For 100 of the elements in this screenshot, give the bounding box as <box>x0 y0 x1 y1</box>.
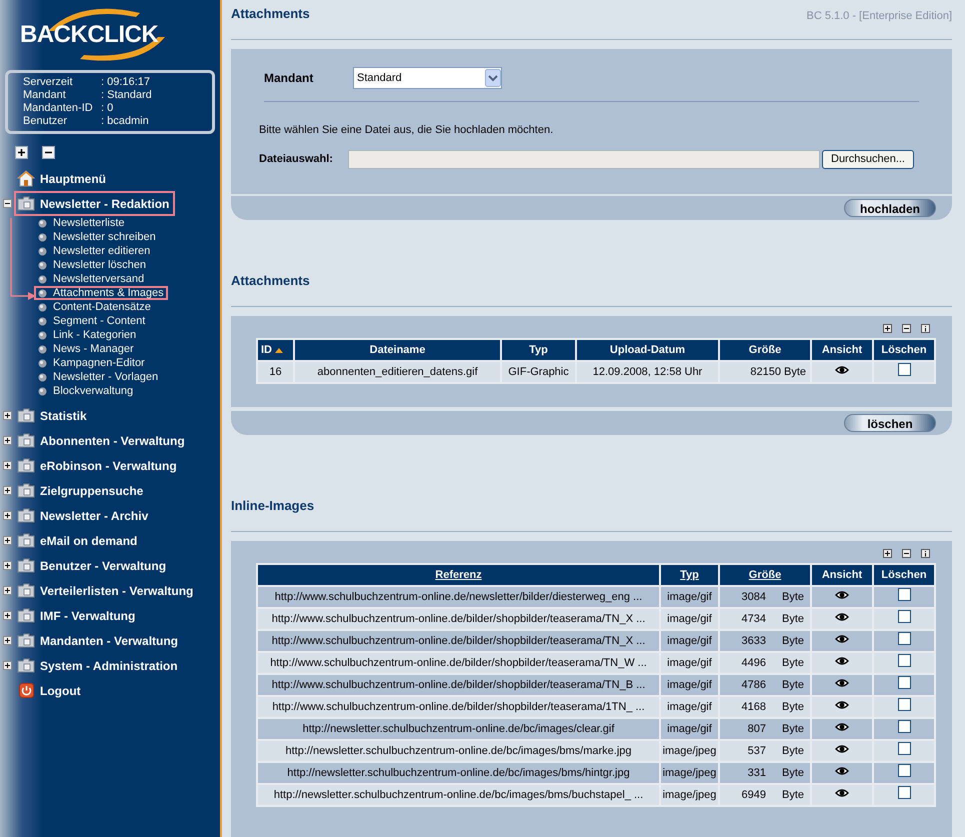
sidebar-item[interactable]: Benutzer - Verwaltung <box>14 553 172 578</box>
column-header[interactable]: Referenz <box>257 564 660 586</box>
sidebar-item[interactable]: Newsletter - Redaktion <box>14 191 176 216</box>
eye-icon[interactable] <box>835 612 849 622</box>
size-unit: Byte <box>782 722 804 737</box>
size-value: 807 <box>748 722 766 737</box>
tree-toggle-icon[interactable] <box>2 536 12 545</box>
sidebar-subitem[interactable]: Kampagnen-Editor <box>34 356 149 370</box>
checkbox[interactable] <box>898 610 910 623</box>
size-value: 4496 <box>742 656 766 671</box>
tree-toggle-icon[interactable] <box>2 461 12 470</box>
tree-toggle-icon[interactable] <box>2 511 12 520</box>
size-unit: Byte <box>782 700 804 715</box>
sidebar-subitem[interactable]: Newsletter editieren <box>34 244 154 258</box>
column-header[interactable]: Größe <box>719 564 811 586</box>
table-cell: 16 <box>257 361 294 383</box>
collapse-all-icon[interactable] <box>42 146 55 158</box>
size-value: 4786 <box>742 678 766 693</box>
sidebar-item[interactable]: Mandanten - Verwaltung <box>14 628 184 653</box>
sidebar-subitem[interactable]: Newsletter schreiben <box>34 230 160 244</box>
sidebar-item[interactable]: Abonnenten - Verwaltung <box>14 428 191 453</box>
eye-icon[interactable] <box>835 722 849 732</box>
tree-toggle-icon[interactable] <box>2 661 12 670</box>
sidebar-item[interactable]: Verteilerlisten - Verwaltung <box>14 578 200 603</box>
sidebar-subitem[interactable]: Attachments & Images <box>34 286 168 300</box>
checkbox[interactable] <box>898 676 910 689</box>
sidebar-subitem[interactable]: Link - Kategorien <box>34 328 140 342</box>
sidebar-item[interactable]: Hauptmenü <box>14 166 112 191</box>
column-header[interactable]: Löschen <box>873 564 935 586</box>
sidebar-item[interactable]: eMail on demand <box>14 528 144 553</box>
sidebar-subitem[interactable]: Newsletter löschen <box>34 258 150 272</box>
checkbox[interactable] <box>898 698 910 711</box>
checkbox[interactable] <box>898 588 910 601</box>
eye-icon[interactable] <box>835 788 849 798</box>
tree-toggle-icon[interactable] <box>2 486 12 495</box>
collapse-icon[interactable] <box>902 548 911 558</box>
size-unit: Byte <box>782 744 804 759</box>
upload-button[interactable]: hochladen <box>844 199 936 217</box>
checkbox[interactable] <box>898 362 910 376</box>
checkbox[interactable] <box>898 786 910 799</box>
column-header[interactable]: Größe <box>719 339 811 361</box>
column-header[interactable]: ID <box>257 339 294 361</box>
tree-toggle-icon[interactable] <box>2 561 12 570</box>
info-label: Mandant <box>23 89 67 102</box>
size-unit: Byte <box>782 612 804 627</box>
sidebar-item[interactable]: Zielgruppensuche <box>14 478 150 503</box>
column-header[interactable]: Typ <box>660 564 719 586</box>
bullet-icon <box>38 386 47 396</box>
collapse-icon[interactable] <box>902 324 911 332</box>
sidebar-item[interactable]: System - Administration <box>14 653 184 678</box>
sidebar-subitem[interactable]: Content-Datensätze <box>34 300 155 314</box>
info-icon[interactable] <box>921 548 930 558</box>
delete-button[interactable]: löschen <box>844 414 936 432</box>
sidebar-subitem[interactable]: News - Manager <box>34 342 138 356</box>
sidebar-item[interactable]: Logout <box>14 678 87 703</box>
expand-icon[interactable] <box>883 548 892 558</box>
sidebar-item[interactable]: Newsletter - Archiv <box>14 503 154 528</box>
eye-icon[interactable] <box>835 364 849 375</box>
column-header[interactable]: Dateiname <box>294 339 501 361</box>
column-header[interactable]: Ansicht <box>811 564 873 586</box>
tree-toggle-icon[interactable] <box>2 199 12 208</box>
eye-icon[interactable] <box>835 656 849 666</box>
sidebar-item[interactable]: Statistik <box>14 403 93 428</box>
sidebar-subitem[interactable]: Newsletterversand <box>34 272 148 286</box>
sidebar-subitem[interactable]: Newsletter - Vorlagen <box>34 370 162 384</box>
sidebar-subitem[interactable]: Blockverwaltung <box>34 384 138 398</box>
bullet-icon <box>38 274 47 284</box>
file-input[interactable] <box>348 150 820 169</box>
expand-all-icon[interactable] <box>15 146 28 158</box>
sidebar-item[interactable]: eRobinson - Verwaltung <box>14 453 183 478</box>
column-header[interactable]: Upload-Datum <box>576 339 719 361</box>
checkbox[interactable] <box>898 632 910 645</box>
browse-button[interactable]: Durchsuchen... <box>822 150 914 169</box>
info-value: : 0 <box>101 102 114 115</box>
sidebar-item[interactable]: IMF - Verwaltung <box>14 603 142 628</box>
column-header[interactable]: Typ <box>501 339 576 361</box>
checkbox[interactable] <box>898 764 910 777</box>
info-icon[interactable] <box>921 324 930 332</box>
tree-toggle-icon[interactable] <box>2 586 12 595</box>
tree-toggle-icon[interactable] <box>2 436 12 445</box>
column-header[interactable]: Ansicht <box>811 339 873 361</box>
column-header[interactable]: Löschen <box>873 339 935 361</box>
checkbox[interactable] <box>898 720 910 733</box>
tree-toggle-icon[interactable] <box>2 611 12 620</box>
sidebar-subitem[interactable]: Segment - Content <box>34 314 150 328</box>
eye-icon[interactable] <box>835 700 849 710</box>
expand-icon[interactable] <box>883 324 892 332</box>
eye-icon[interactable] <box>835 678 849 688</box>
checkbox[interactable] <box>898 654 910 667</box>
eye-icon[interactable] <box>835 766 849 776</box>
size-unit: Byte <box>782 766 804 781</box>
sidebar-subitem[interactable]: Newsletterliste <box>34 216 129 230</box>
tree-toggle-icon[interactable] <box>2 636 12 645</box>
eye-icon[interactable] <box>835 590 849 600</box>
eye-icon[interactable] <box>835 634 849 644</box>
checkbox[interactable] <box>898 742 910 755</box>
tree-toggle-icon[interactable] <box>2 411 12 420</box>
mandant-select[interactable]: Standard <box>353 67 502 89</box>
table-cell: 82150 Byte <box>719 361 811 383</box>
eye-icon[interactable] <box>835 744 849 754</box>
